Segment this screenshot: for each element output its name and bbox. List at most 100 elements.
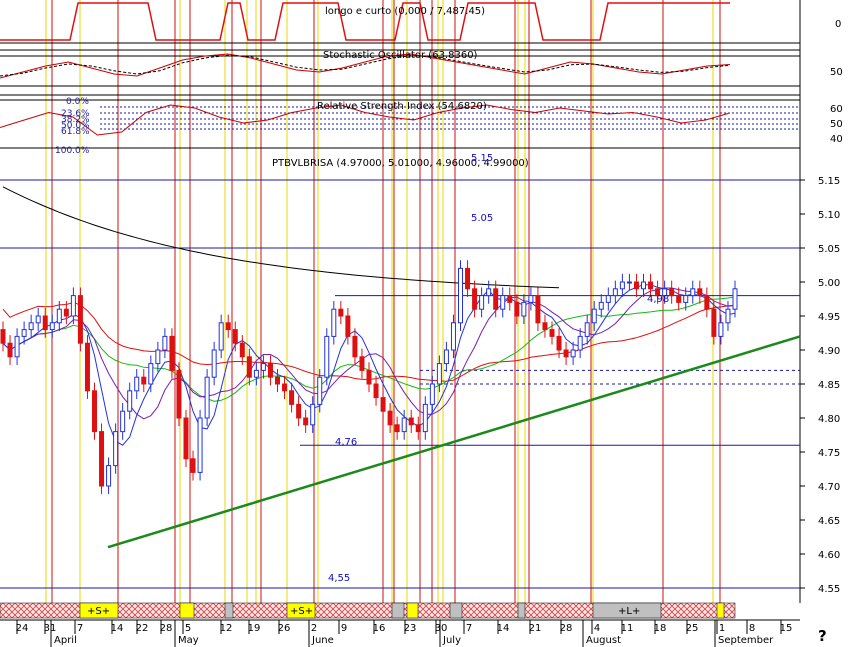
candle-body: [535, 295, 541, 324]
x-day-label: 28: [160, 623, 173, 634]
x-day-label: 21: [529, 623, 542, 634]
annotation-476: 4,76: [335, 437, 357, 448]
candle-body: [422, 403, 428, 433]
candle-body: [718, 322, 724, 337]
candle-body: [63, 308, 69, 317]
x-day-label: 1: [719, 623, 725, 634]
candle-body: [232, 329, 238, 344]
candle-body: [120, 410, 126, 433]
x-day-label: 12: [220, 623, 233, 634]
candle-body: [479, 295, 485, 310]
candle-body: [225, 322, 231, 331]
candle-body: [77, 295, 83, 344]
x-day-label: 4: [594, 623, 600, 634]
price-tick-label: 5.10: [818, 210, 840, 221]
candle-body: [35, 315, 41, 324]
candle-body: [296, 403, 302, 419]
annotation-515: 5.15: [471, 153, 493, 164]
candle-body: [605, 295, 611, 303]
candle-body: [134, 376, 140, 392]
x-month-label: August: [586, 635, 621, 646]
candle-body: [690, 288, 696, 297]
candle-body: [549, 329, 555, 337]
x-day-label: 14: [111, 623, 124, 634]
candle-body: [401, 417, 407, 433]
annotation-498: 4,98: [647, 294, 669, 305]
rsi-ytick-40: 40: [830, 134, 843, 145]
candle-body: [169, 335, 175, 371]
candle-body: [450, 322, 456, 351]
candle-body: [113, 431, 119, 467]
x-month-label: April: [54, 635, 77, 646]
candle-body: [472, 288, 478, 310]
rsi-ytick-50: 50: [830, 119, 843, 130]
candle-body: [317, 376, 323, 405]
x-month-label: June: [311, 635, 334, 646]
candle-body: [42, 315, 48, 331]
x-day-label: 28: [560, 623, 573, 634]
x-month-label: September: [718, 635, 774, 646]
price-tick-label: 4.75: [818, 448, 840, 459]
signal-label-3: +L+: [618, 606, 640, 617]
candle-body: [99, 431, 105, 487]
candle-body: [211, 349, 217, 378]
signal-bar: +S+ +S+ +L+: [0, 602, 736, 619]
candle-body: [310, 403, 316, 426]
candle-body: [626, 281, 632, 284]
candle-body: [70, 295, 76, 317]
candle-body: [359, 356, 365, 371]
x-day-label: 22: [136, 623, 149, 634]
candle-body: [683, 295, 689, 303]
candle-body: [394, 424, 400, 433]
candle-body: [56, 308, 62, 324]
x-day-label: 5: [185, 623, 191, 634]
candle-body: [106, 465, 112, 487]
x-day-label: 25: [686, 623, 699, 634]
candle-body: [704, 295, 710, 310]
candle-body: [267, 363, 273, 378]
price-tick-label: 5.05: [818, 244, 840, 255]
candle-body: [436, 363, 442, 385]
candle-body: [556, 335, 562, 351]
candle-body: [500, 295, 506, 310]
price-tick-label: 5.15: [818, 176, 840, 187]
x-day-label: 19: [248, 623, 261, 634]
fib-0: 0.0%: [66, 97, 89, 107]
candle-body: [324, 335, 330, 378]
candle-body: [21, 329, 27, 337]
x-day-label: 8: [749, 623, 755, 634]
x-day-label: 15: [780, 623, 793, 634]
candle-body: [218, 322, 224, 351]
price-tick-label: 4.60: [818, 550, 840, 561]
candle-body: [92, 390, 97, 433]
help-question-mark[interactable]: ?: [818, 627, 827, 645]
price-tick-label: 4.65: [818, 516, 840, 527]
candle-body: [275, 376, 280, 385]
candle-body: [711, 308, 717, 337]
candle-body: [155, 349, 161, 365]
annotation-455: 4,55: [328, 573, 350, 584]
x-day-label: 11: [621, 623, 634, 634]
fib-618: 61.8%: [61, 127, 90, 137]
candle-body: [366, 369, 372, 385]
candle-body: [28, 322, 34, 331]
candle-body: [641, 281, 646, 290]
candle-body: [528, 295, 534, 303]
x-day-label: 26: [278, 623, 291, 634]
price-tick-label: 4.90: [818, 346, 840, 357]
top-indicator-ytick: 0: [835, 19, 841, 30]
candle-body: [49, 322, 55, 331]
candle-body: [0, 329, 6, 344]
x-day-label: 16: [373, 623, 386, 634]
x-day-label: 31: [44, 623, 57, 634]
candle-body: [443, 349, 449, 365]
candle-body: [352, 335, 358, 358]
candle-body: [7, 342, 13, 358]
candle-body: [577, 335, 583, 351]
candle-body: [465, 267, 471, 290]
candle-body: [458, 267, 463, 324]
candle-body: [303, 417, 309, 426]
candle-body: [253, 369, 259, 378]
fib-100: 100.0%: [55, 146, 90, 156]
candle-body: [246, 356, 252, 378]
